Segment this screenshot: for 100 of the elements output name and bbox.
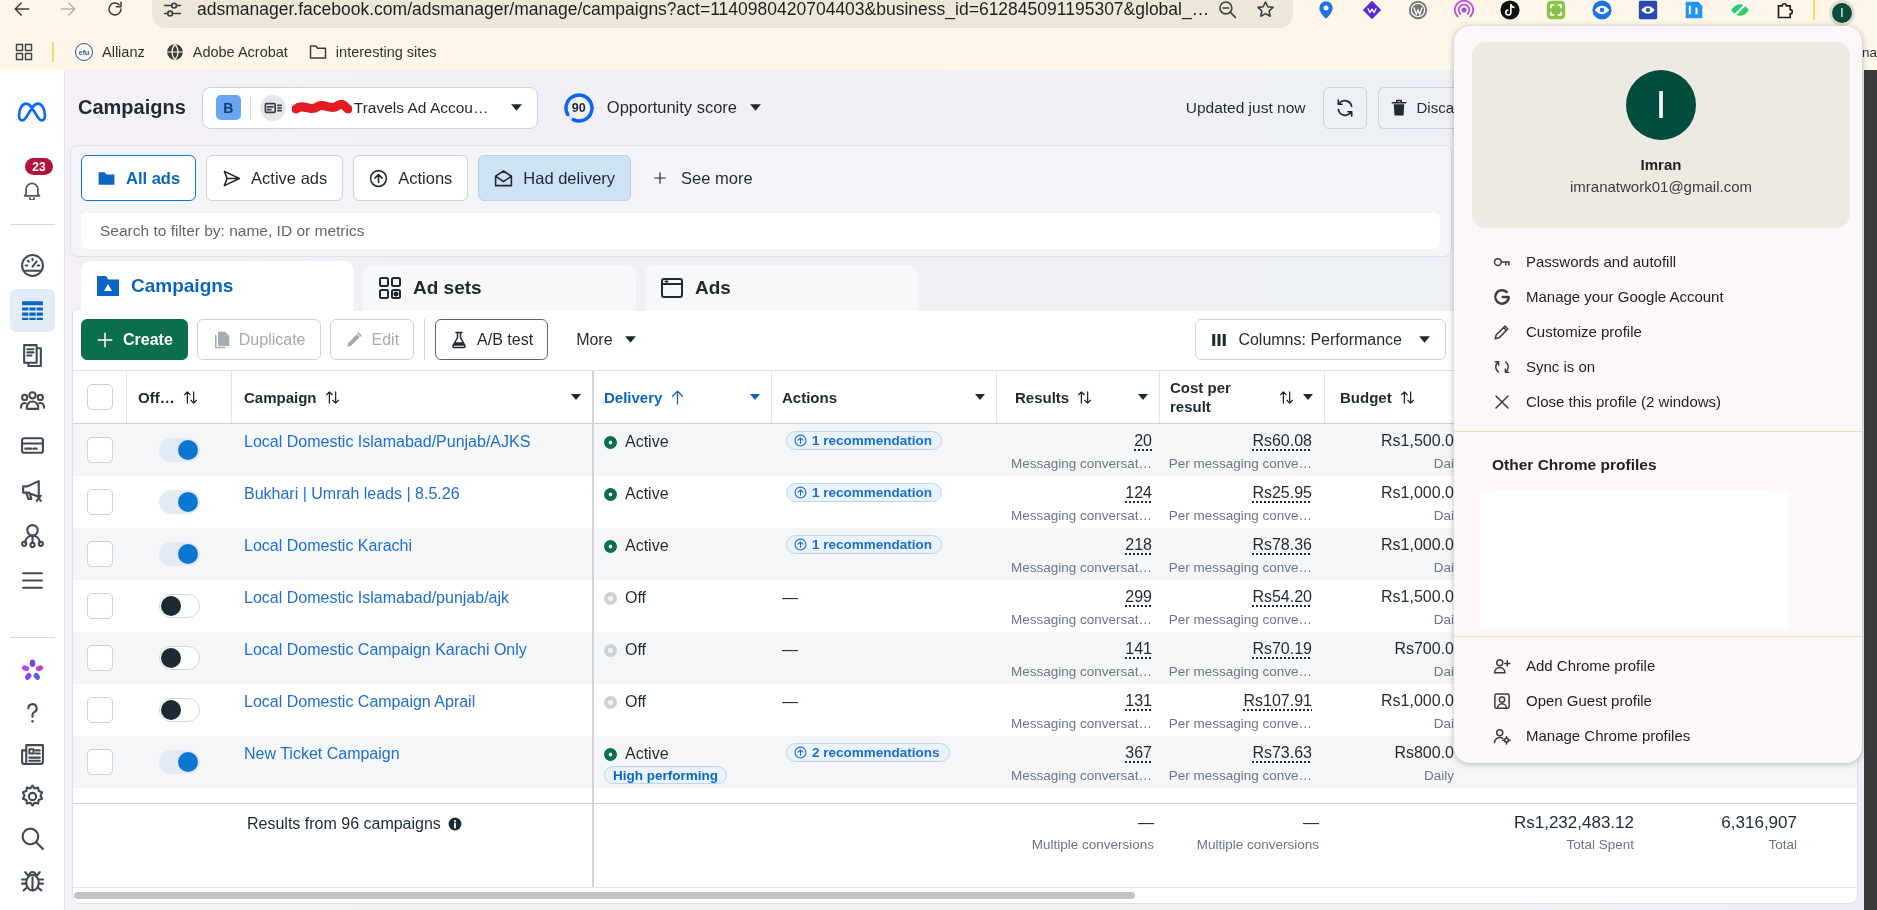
bell-icon[interactable] — [22, 180, 42, 200]
toggle-switch[interactable] — [159, 438, 200, 462]
result-value[interactable]: 20 — [1134, 432, 1152, 450]
puzzle-icon[interactable] — [1776, 0, 1796, 20]
toggle-switch[interactable] — [159, 490, 200, 514]
checkbox[interactable] — [87, 749, 113, 775]
campaign-link[interactable]: Local Domestic Campaign Karachi Only — [244, 640, 527, 660]
recommendation-badge[interactable]: 1 recommendation — [786, 535, 943, 554]
filter-button[interactable]: Active ads — [206, 155, 344, 201]
location-pin-icon[interactable] — [1316, 0, 1336, 20]
back-icon[interactable] — [13, 0, 31, 18]
performance-tag: High performing — [604, 766, 727, 784]
campaign-link[interactable]: Local Domestic Campaign Aprail — [244, 692, 476, 712]
toggle-switch[interactable] — [159, 646, 200, 670]
cost-value[interactable]: Rs73.63 — [1252, 744, 1312, 762]
zoom-out-icon[interactable] — [1218, 0, 1237, 19]
campaign-link[interactable]: Local Domestic Islamabad/punjab/ajk — [244, 588, 510, 608]
sidebar-item[interactable] — [9, 289, 55, 332]
result-value[interactable]: 124 — [1125, 484, 1152, 502]
tab[interactable]: Ad sets — [363, 265, 636, 311]
arrow-circle-icon — [794, 486, 807, 499]
recommendation-badge[interactable]: 2 recommendations — [786, 743, 950, 762]
eye-icon[interactable] — [1592, 0, 1612, 20]
result-value[interactable]: 367 — [1125, 744, 1152, 762]
toolbar-button[interactable]: A/B test — [435, 319, 549, 360]
result-value[interactable]: 218 — [1125, 536, 1152, 554]
menu-item[interactable]: Open Guest profile — [1454, 683, 1862, 718]
tab[interactable]: Ads — [645, 265, 918, 311]
create-button[interactable]: Create — [81, 319, 188, 360]
column-header[interactable]: Cost per result — [1160, 371, 1325, 423]
menu-item[interactable]: Passwords and autofill — [1454, 244, 1862, 279]
diamond-icon[interactable] — [1362, 0, 1382, 20]
recommendation-badge[interactable]: 1 recommendation — [786, 431, 943, 450]
checkbox[interactable] — [87, 697, 113, 723]
bookmark-label[interactable]: na — [1862, 44, 1877, 60]
cost-value[interactable]: Rs107.91 — [1243, 692, 1312, 710]
info-icon[interactable] — [447, 817, 462, 831]
filter-button[interactable]: Actions — [353, 155, 469, 201]
cost-value[interactable]: Rs54.20 — [1252, 588, 1312, 606]
star-icon[interactable] — [1256, 0, 1275, 19]
address-bar[interactable]: adsmanager.facebook.com/adsmanager/manage/campaigns?act=1140980420704403&business_id=612845091195307&global_… — [152, 0, 1293, 28]
campaign-link[interactable]: New Ticket Campaign — [244, 744, 400, 764]
filter-button[interactable]: Had delivery — [478, 155, 632, 201]
column-header[interactable]: Delivery — [594, 371, 772, 423]
cost-value[interactable]: Rs78.36 — [1252, 536, 1312, 554]
search-field[interactable]: Search to filter by: name, ID or metrics — [81, 213, 1440, 249]
recommendation-badge[interactable]: 1 recommendation — [786, 483, 943, 502]
eye-tile-icon[interactable] — [1638, 0, 1658, 20]
arrow-circle-icon — [794, 746, 807, 759]
apps-icon[interactable] — [15, 43, 33, 61]
opportunity-score-button[interactable]: Opportunity score — [606, 98, 763, 117]
broadcast-icon[interactable] — [1454, 0, 1474, 20]
result-value[interactable]: 131 — [1125, 692, 1152, 710]
campaign-link[interactable]: Local Domestic Karachi — [244, 536, 413, 556]
budget-value: Rs700.0 — [1394, 640, 1454, 658]
cost-value[interactable]: Rs60.08 — [1252, 432, 1312, 450]
column-header[interactable]: Off… — [127, 371, 232, 423]
page-title: Campaigns — [78, 96, 186, 119]
filter-button[interactable]: All ads — [81, 155, 197, 201]
reload-icon[interactable] — [106, 0, 124, 18]
infinity-logo-icon[interactable] — [16, 101, 48, 123]
delivery-status: Active — [625, 485, 669, 503]
bookmark[interactable]: interesting sites — [308, 43, 437, 61]
menu-item[interactable]: Manage Chrome profiles — [1454, 718, 1862, 753]
column-header[interactable]: Results — [997, 371, 1160, 423]
site-settings-icon[interactable] — [163, 0, 182, 19]
checkbox[interactable] — [87, 541, 113, 567]
caret-icon — [509, 101, 523, 114]
column-header[interactable]: Actions — [772, 371, 997, 423]
account-selector[interactable]: B Travels Ad Accou… — [201, 86, 538, 129]
see-more-button[interactable]: See more — [641, 155, 765, 201]
tile-icon[interactable] — [1684, 0, 1704, 20]
scrollbar[interactable] — [74, 892, 1135, 899]
music-note-icon[interactable] — [1500, 0, 1520, 20]
menu-item[interactable]: Manage your Google Account — [1454, 279, 1862, 314]
checkbox[interactable] — [87, 593, 113, 619]
campaign-link[interactable]: Bukhari | Umrah leads | 8.5.26 — [244, 484, 460, 504]
checkbox[interactable] — [87, 489, 113, 515]
result-value[interactable]: 141 — [1125, 640, 1152, 658]
result-type: Messaging conversat… — [1010, 663, 1152, 681]
bookmark[interactable]: Adobe Acrobat — [165, 43, 288, 61]
menu-item[interactable]: Customize profile — [1454, 314, 1862, 349]
more-button[interactable]: More — [576, 330, 637, 349]
refresh-button[interactable] — [1323, 86, 1368, 129]
menu-item[interactable]: Add Chrome profile — [1454, 648, 1862, 683]
columns-button[interactable]: Columns: Performance — [1195, 319, 1446, 360]
toggle-switch[interactable] — [159, 594, 200, 618]
campaign-link[interactable]: Local Domestic Islamabad/Punjab/AJKS — [244, 432, 531, 452]
profile-avatar[interactable]: I — [1829, 0, 1855, 26]
cost-value[interactable]: Rs70.19 — [1252, 640, 1312, 658]
result-value[interactable]: 299 — [1125, 588, 1152, 606]
tab[interactable]: Campaigns — [81, 261, 354, 311]
toggle-switch[interactable] — [159, 750, 200, 774]
cost-value[interactable]: Rs25.95 — [1252, 484, 1312, 502]
checkbox[interactable] — [87, 645, 113, 671]
toggle-switch[interactable] — [159, 542, 200, 566]
toggle-switch[interactable] — [159, 698, 200, 722]
checkbox[interactable] — [87, 437, 113, 463]
checkbox[interactable] — [86, 384, 113, 410]
circle-logo-icon[interactable] — [1408, 0, 1428, 20]
